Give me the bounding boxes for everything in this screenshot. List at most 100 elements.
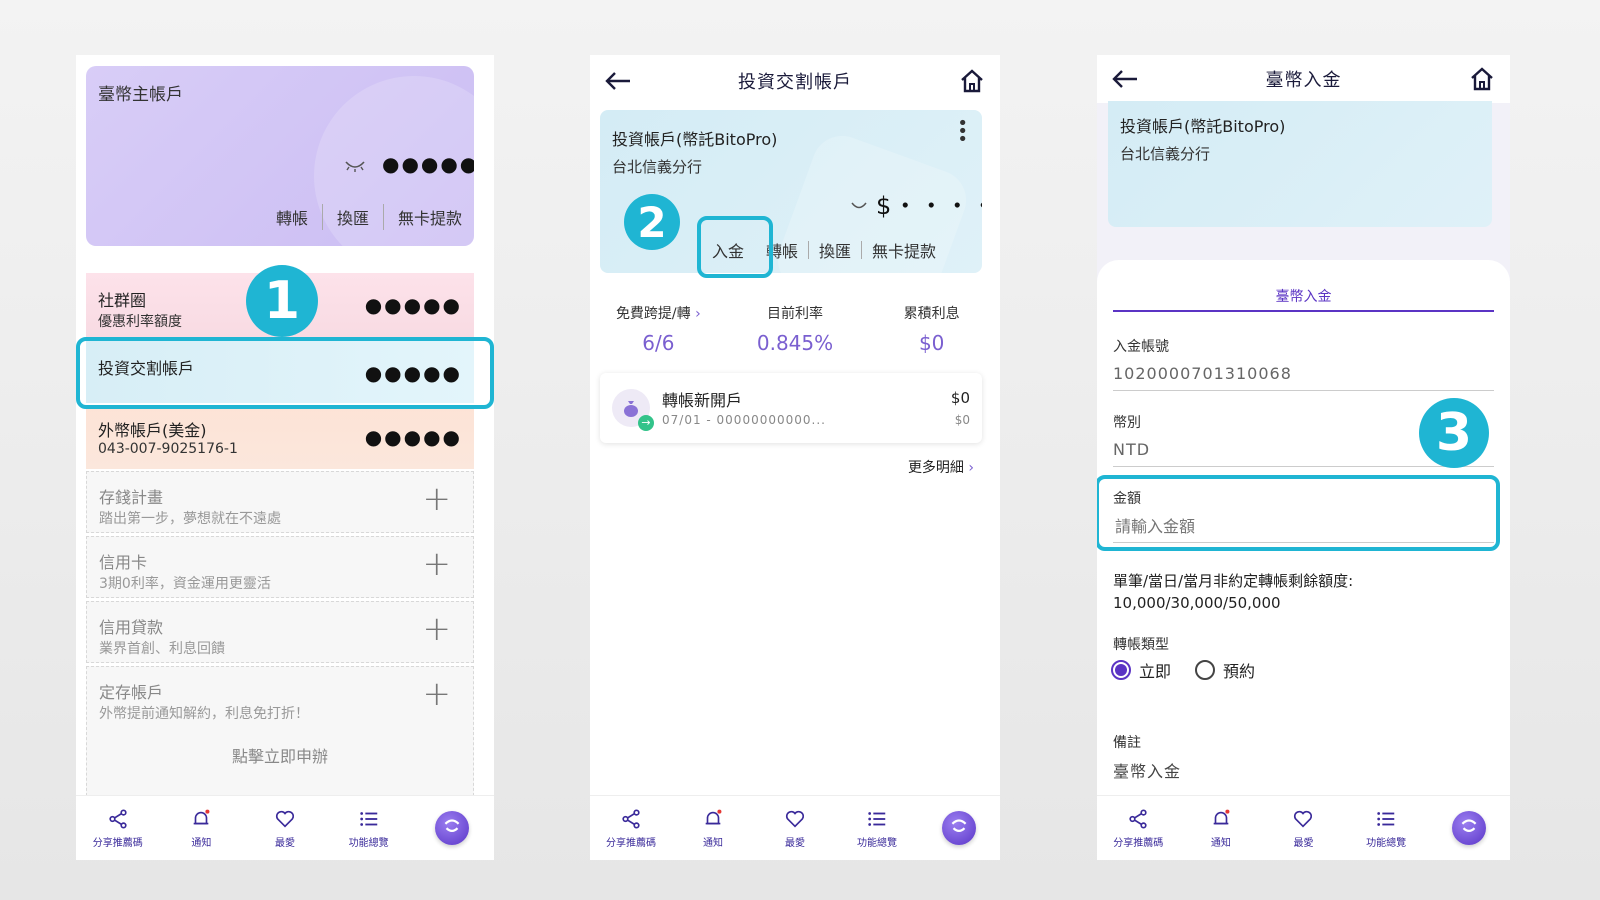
page-title: 臺幣入金 xyxy=(1265,70,1342,91)
account-title: 外幣帳戶(美金) xyxy=(98,421,207,440)
nav-notifications[interactable]: 通知 xyxy=(672,808,754,849)
nav-share-referral[interactable]: 分享推薦碼 xyxy=(590,808,672,849)
bell-icon xyxy=(194,809,210,824)
nav-share-referral[interactable]: 分享推薦碼 xyxy=(76,808,160,849)
cardless-withdraw-button[interactable]: 無卡提款 xyxy=(398,205,462,229)
back-arrow-icon[interactable] xyxy=(604,69,632,93)
nav-favorites[interactable]: 最愛 xyxy=(1262,808,1345,849)
heart-icon xyxy=(1294,810,1313,828)
nav-label: 功能總覽 xyxy=(857,837,897,849)
nav-assistant[interactable] xyxy=(1427,811,1510,845)
nav-all-functions[interactable]: 功能總覽 xyxy=(836,808,918,849)
stat-value: 0.845% xyxy=(756,331,834,355)
home-icon[interactable] xyxy=(958,67,986,95)
nav-label: 分享推薦碼 xyxy=(92,837,143,849)
promo-desc: 外幣提前通知解約，利息免打折！ xyxy=(99,706,309,722)
promo-time-deposit[interactable]: 定存帳戶 外幣提前通知解約，利息免打折！ + 點擊立即申辦 xyxy=(86,666,474,796)
stat-accrued-interest: 累積利息 $0 xyxy=(863,303,1000,355)
promo-credit-card[interactable]: 信用卡 3期0利率，資金運用更靈活 + xyxy=(86,536,474,598)
promo-personal-loan[interactable]: 信用貸款 業界首創、利息回饋 + xyxy=(86,601,474,663)
plus-icon[interactable]: + xyxy=(423,482,452,516)
eye-closed-icon[interactable] xyxy=(850,198,868,217)
radio-scheduled[interactable]: 預約 xyxy=(1195,658,1255,682)
stat-interest-rate: 目前利率 0.845% xyxy=(727,303,864,355)
nav-label: 分享推薦碼 xyxy=(1113,837,1164,849)
transaction-title: 轉帳新開戶 xyxy=(662,391,743,410)
deposit-account-label: 入金帳號 xyxy=(1113,339,1169,355)
home-icon[interactable] xyxy=(1468,65,1496,93)
list-icon xyxy=(359,811,377,826)
step-badge-1: 1 xyxy=(246,265,318,337)
account-branch: 台北信義分行 xyxy=(1120,145,1211,163)
assistant-avatar-icon xyxy=(1451,811,1486,845)
heart-icon xyxy=(785,810,805,828)
stat-label: 免費跨提/轉 › xyxy=(615,306,701,322)
account-balance: $・・・・・ xyxy=(876,192,982,220)
promo-desc: 踏出第一步，夢想就在不遠處 xyxy=(99,511,281,527)
account-foreign-usd[interactable]: 外幣帳戶(美金) 043-007-9025176-1 ●●●●● xyxy=(86,405,474,469)
transaction-detail: 07/01 - 00000000000... xyxy=(662,413,826,427)
assistant-avatar-icon xyxy=(942,811,976,845)
nav-all-functions[interactable]: 功能總覽 xyxy=(327,808,411,849)
more-details-link[interactable]: 更多明細 › xyxy=(908,457,974,477)
nav-favorites[interactable]: 最愛 xyxy=(243,808,327,849)
transaction-amount: $0 xyxy=(950,389,970,407)
stat-free-withdrawals[interactable]: 免費跨提/轉 › 6/6 xyxy=(590,303,727,355)
nav-notifications[interactable]: 通知 xyxy=(1180,808,1263,849)
header: 臺幣入金 xyxy=(1097,55,1510,103)
share-icon xyxy=(622,808,640,829)
tab-twd-deposit[interactable]: 臺幣入金 xyxy=(1097,286,1510,306)
page-title: 投資交割帳戶 xyxy=(738,72,852,93)
promo-title: 信用貸款 xyxy=(99,618,164,637)
nav-assistant[interactable] xyxy=(918,811,1000,845)
step-badge-2: 2 xyxy=(624,194,680,250)
nav-share-referral[interactable]: 分享推薦碼 xyxy=(1097,808,1180,849)
radio-selected-icon xyxy=(1111,660,1131,680)
stats-row: 免費跨提/轉 › 6/6 目前利率 0.845% 累積利息 $0 xyxy=(590,303,1000,355)
apply-now-link[interactable]: 點擊立即申辦 xyxy=(87,743,473,767)
share-icon xyxy=(109,808,127,829)
cardless-withdraw-button[interactable]: 無卡提款 xyxy=(872,238,936,262)
main-account-title: 臺幣主帳戶 xyxy=(98,85,183,105)
nav-label: 最愛 xyxy=(785,837,805,849)
share-icon xyxy=(1129,808,1147,829)
exchange-button[interactable]: 換匯 xyxy=(337,205,369,229)
note-value[interactable]: 臺幣入金 xyxy=(1113,758,1181,782)
promo-savings-plan[interactable]: 存錢計畫 踏出第一步，夢想就在不遠處 + xyxy=(86,471,474,533)
nav-favorites[interactable]: 最愛 xyxy=(754,808,836,849)
chevron-right-icon: › xyxy=(695,306,701,322)
transaction-card[interactable]: → 轉帳新開戶 07/01 - 00000000000... $0 $0 xyxy=(600,373,982,443)
plus-icon[interactable]: + xyxy=(423,612,452,646)
eye-closed-icon[interactable] xyxy=(344,158,366,172)
nav-label: 通知 xyxy=(191,837,212,849)
transfer-button[interactable]: 轉帳 xyxy=(276,205,308,229)
account-name: 投資帳戶(幣託BitoPro) xyxy=(1120,117,1286,136)
account-card: 投資帳戶(幣託BitoPro) 台北信義分行 xyxy=(1108,101,1492,227)
screen-investment-account: 投資交割帳戶 投資帳戶(幣託BitoPro) 台北信義分行 ••• $・・・・・… xyxy=(590,55,1000,860)
account-name: 投資帳戶(幣託BitoPro) xyxy=(612,130,778,149)
promo-title: 信用卡 xyxy=(99,553,148,572)
promo-desc: 業界首創、利息回饋 xyxy=(99,641,225,657)
screen-accounts: 臺幣主帳戶 ●●●●● 轉帳 換匯 無卡提款 社群圈 優惠利率額度 ●●●●● … xyxy=(76,55,494,860)
plus-icon[interactable]: + xyxy=(423,547,452,581)
highlight-investment-account xyxy=(76,337,494,409)
note-label: 備註 xyxy=(1113,735,1141,751)
assistant-avatar-icon xyxy=(435,811,470,845)
nav-notifications[interactable]: 通知 xyxy=(160,808,244,849)
exchange-button[interactable]: 換匯 xyxy=(819,238,851,262)
account-branch: 台北信義分行 xyxy=(612,158,703,176)
more-options-icon[interactable]: • • • xyxy=(957,115,968,149)
nav-label: 功能總覽 xyxy=(1366,837,1407,849)
transfer-type-label: 轉帳類型 xyxy=(1113,637,1169,653)
nav-all-functions[interactable]: 功能總覽 xyxy=(1345,808,1428,849)
main-account-card[interactable]: 臺幣主帳戶 ●●●●● 轉帳 換匯 無卡提款 xyxy=(86,66,474,246)
plus-icon[interactable]: + xyxy=(423,677,452,711)
nav-label: 通知 xyxy=(1210,837,1231,849)
header: 投資交割帳戶 xyxy=(590,55,1000,107)
nav-assistant[interactable] xyxy=(410,811,494,845)
nav-label: 最愛 xyxy=(1293,837,1314,849)
back-arrow-icon[interactable] xyxy=(1111,67,1139,91)
stat-label: 目前利率 xyxy=(767,306,823,322)
stat-value: $0 xyxy=(918,331,945,355)
radio-immediate[interactable]: 立即 xyxy=(1111,658,1171,682)
